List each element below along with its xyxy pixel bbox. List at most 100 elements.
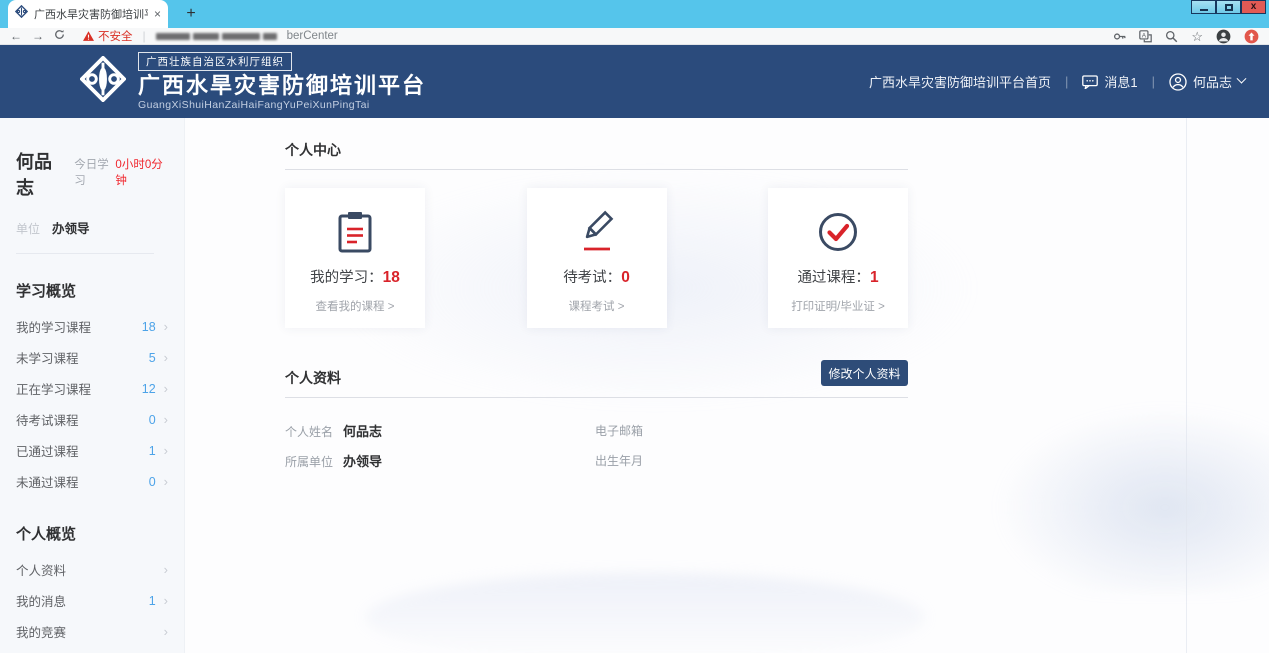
user-menu[interactable]: 何品志 [1169,72,1245,91]
field-value-unit: 办领导 [343,451,382,470]
section-divider [285,397,908,398]
org-badge: 广西壮族自治区水利厅组织 [138,52,292,71]
password-key-icon[interactable] [1113,30,1126,43]
sidebar-item-pending-exam[interactable]: 待考试课程 0 › [16,404,168,435]
chevron-right-icon: › [164,381,168,396]
field-value-name: 何品志 [343,421,382,440]
chevron-right-icon: › [164,443,168,458]
nav-separator: | [1152,74,1155,89]
security-warning-label: 不安全 [98,28,133,44]
card-count: 1 [870,269,879,286]
sidebar-item-profile[interactable]: 个人资料 › [16,554,168,585]
my-study-card[interactable]: 我的学习：18 查看我的课程 > [285,188,425,328]
count-badge: 5 [138,351,156,365]
messages-link[interactable]: 消息1 [1082,72,1137,91]
count-badge: 0 [138,413,156,427]
sidebar-user-name: 何品志 [16,148,64,200]
edit-profile-button[interactable]: 修改个人资料 [821,360,908,386]
sidebar-item-not-started[interactable]: 未学习课程 5 › [16,342,168,373]
bookmark-star-icon[interactable]: ☆ [1191,30,1203,43]
site-favicon-icon [15,5,28,23]
sidebar-item-passed[interactable]: 已通过课程 1 › [16,435,168,466]
section-divider [285,169,908,170]
count-badge: 0 [138,475,156,489]
count-badge: 12 [138,382,156,396]
tab-close-icon[interactable]: × [154,8,161,20]
profile-title: 个人资料 [285,328,908,388]
translate-icon[interactable]: A [1139,30,1152,43]
card-count: 18 [383,269,400,286]
profile-avatar-icon[interactable] [1216,29,1231,44]
pencil-icon [527,209,667,255]
window-maximize-button[interactable] [1216,0,1241,14]
browser-address-bar: ← → 不安全 | berCenter A ☆ [0,28,1269,45]
update-alert-icon[interactable] [1244,29,1259,44]
site-header: 广西壮族自治区水利厅组织 广西水旱灾害防御培训平台 GuangXiShuiHan… [0,45,1269,118]
url-visible-text: berCenter [287,30,338,42]
window-minimize-button[interactable] [1191,0,1216,14]
count-badge: 1 [138,444,156,458]
unit-value: 办领导 [52,218,90,237]
site-pinyin: GuangXiShuiHanZaiHaiFangYuPeiXunPingTai [138,99,426,111]
field-label-birth: 出生年月 [595,452,653,469]
check-circle-icon [768,209,908,255]
card-label: 通过课程： [797,270,870,286]
clipboard-icon [285,209,425,255]
profile-section: 个人资料 个人姓名 何品志 电子邮箱 [285,328,908,475]
site-brand: 广西壮族自治区水利厅组织 广西水旱灾害防御培训平台 GuangXiShuiHan… [138,52,426,110]
today-study-value: 0小时0分钟 [115,156,168,188]
addressbar-actions: A ☆ [1113,29,1259,44]
security-warning[interactable]: 不安全 [83,28,133,44]
chevron-right-icon: › [164,350,168,365]
window-controls: x [1191,0,1266,14]
sidebar-item-in-progress[interactable]: 正在学习课程 12 › [16,373,168,404]
today-study-label: 今日学习 [74,156,115,188]
passed-courses-card[interactable]: 通过课程：1 打印证明/毕业证 > [768,188,908,328]
browser-tab[interactable]: 广西水旱灾害防御培训平台 × [8,0,168,28]
main-content: 个人中心 我的学习：18 查看我的课程 > [185,118,1269,653]
user-icon [1169,73,1187,91]
sidebar-divider [16,253,154,254]
chevron-right-icon: › [164,412,168,427]
sidebar-item-not-passed[interactable]: 未通过课程 0 › [16,466,168,497]
message-icon [1082,75,1098,89]
card-link[interactable]: 打印证明/毕业证 > [768,298,908,314]
count-badge: 18 [138,320,156,334]
pending-exam-card[interactable]: 待考试：0 课程考试 > [527,188,667,328]
personal-overview-title: 个人概览 [16,523,168,544]
card-link[interactable]: 课程考试 > [527,298,667,314]
url-redacted-text [156,33,277,40]
warning-triangle-icon [83,31,94,41]
chevron-down-icon [1237,74,1247,84]
chevron-right-icon: › [164,593,168,608]
field-label-unit: 所属单位 [285,453,343,470]
reload-icon[interactable] [54,29,65,43]
browser-tab-bar: 广西水旱灾害防御培训平台 × + x [0,0,1269,28]
new-tab-button[interactable]: + [180,3,202,25]
sidebar-item-competitions[interactable]: 我的竞赛 › [16,616,168,647]
sidebar-item-my-courses[interactable]: 我的学习课程 18 › [16,311,168,342]
zoom-icon[interactable] [1165,30,1178,43]
sidebar-item-change-password[interactable]: 修改密码 › [16,647,168,653]
window-close-button[interactable]: x [1241,0,1266,14]
chevron-right-icon: › [164,474,168,489]
chevron-right-icon: › [164,624,168,639]
browser-window: 广西水旱灾害防御培训平台 × + x ← → 不安全 | berCenter A [0,0,1269,653]
back-icon[interactable]: ← [10,30,22,42]
card-link[interactable]: 查看我的课程 > [285,298,425,314]
forward-icon[interactable]: → [32,30,44,42]
messages-label: 消息1 [1104,72,1137,91]
summary-cards: 我的学习：18 查看我的课程 > 待考试：0 课程考试 > [285,188,908,328]
content-edge-divider [1186,118,1187,653]
background-watermark [989,403,1269,593]
minimize-icon [1200,9,1208,11]
site-logo-icon [80,56,126,107]
user-name: 何品志 [1193,72,1232,91]
count-badge: 1 [138,594,156,608]
sidebar-item-messages[interactable]: 我的消息 1 › [16,585,168,616]
nav-home-link[interactable]: 广西水旱灾害防御培训平台首页 [869,72,1051,91]
nav-separator: | [1065,74,1068,89]
card-count: 0 [621,269,630,286]
field-label-email: 电子邮箱 [595,422,653,439]
sidebar: 何品志 今日学习 0小时0分钟 单位 办领导 学习概览 我的学习课程 18 › … [0,118,185,653]
